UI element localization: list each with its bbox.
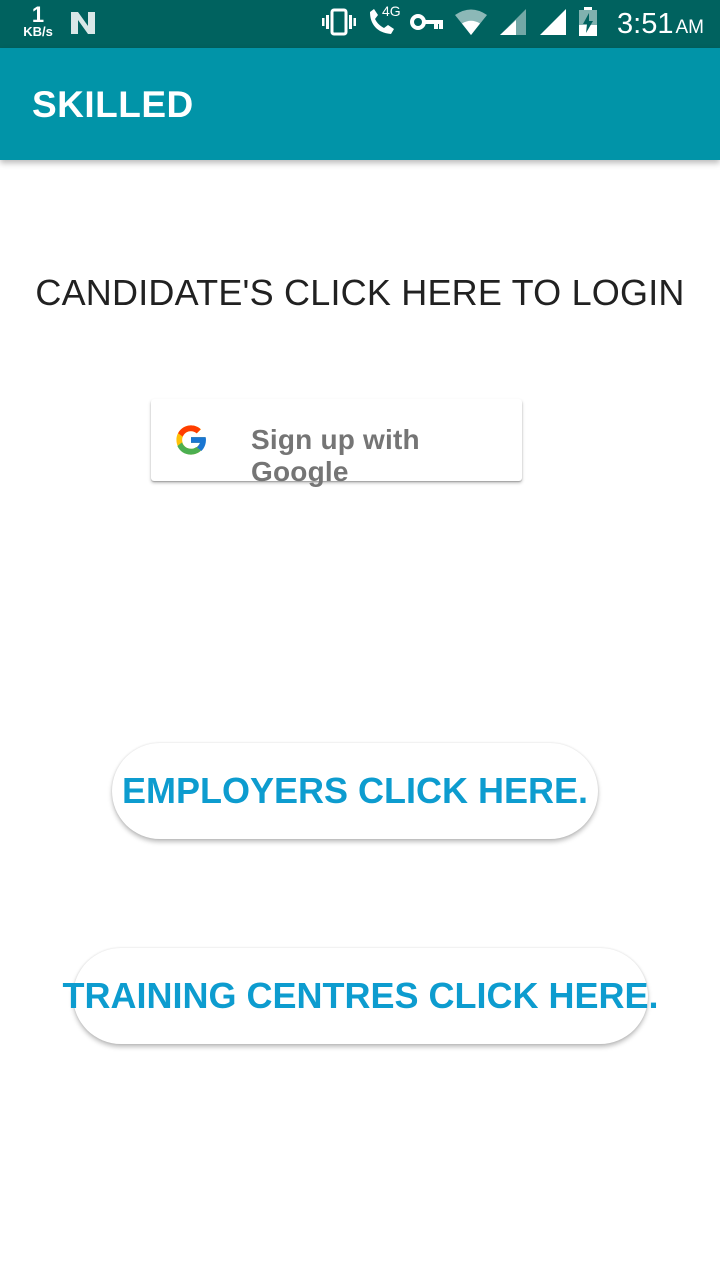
app-bar: SKILLED xyxy=(0,48,720,160)
google-sign-up-label: Sign up with Google xyxy=(251,424,420,487)
network-speed: 1 KB/s xyxy=(18,2,58,39)
training-centres-button[interactable]: TRAINING CENTRES CLICK HERE. xyxy=(62,948,659,1044)
vibrate-icon xyxy=(322,8,356,41)
network-speed-value: 1 xyxy=(31,2,45,27)
google-logo-icon xyxy=(172,421,210,459)
employers-button[interactable]: EMPLOYERS CLICK HERE. xyxy=(112,743,598,839)
volte-call-icon: 4G xyxy=(366,3,401,42)
vpn-key-icon xyxy=(410,12,444,37)
battery-charging-icon xyxy=(578,6,598,42)
app-title: SKILLED xyxy=(32,84,194,125)
n-notification-icon xyxy=(68,10,98,41)
status-icons: 4G xyxy=(322,3,608,42)
network-speed-unit: KB/s xyxy=(23,24,53,39)
clock: 3:51 AM xyxy=(617,6,704,46)
network-type-label: 4G xyxy=(382,2,401,19)
clock-ampm: AM xyxy=(675,17,705,38)
candidate-login-heading[interactable]: CANDIDATE'S CLICK HERE TO LOGIN xyxy=(0,272,720,314)
clock-time: 3:51 xyxy=(617,8,674,40)
google-sign-up-button[interactable]: Sign up with Google xyxy=(151,399,522,487)
wifi-icon xyxy=(454,8,488,41)
signal-icon xyxy=(538,8,568,41)
status-bar: 1 KB/s 4G 3:51 AM xyxy=(0,0,720,48)
signal-icon xyxy=(498,8,528,41)
